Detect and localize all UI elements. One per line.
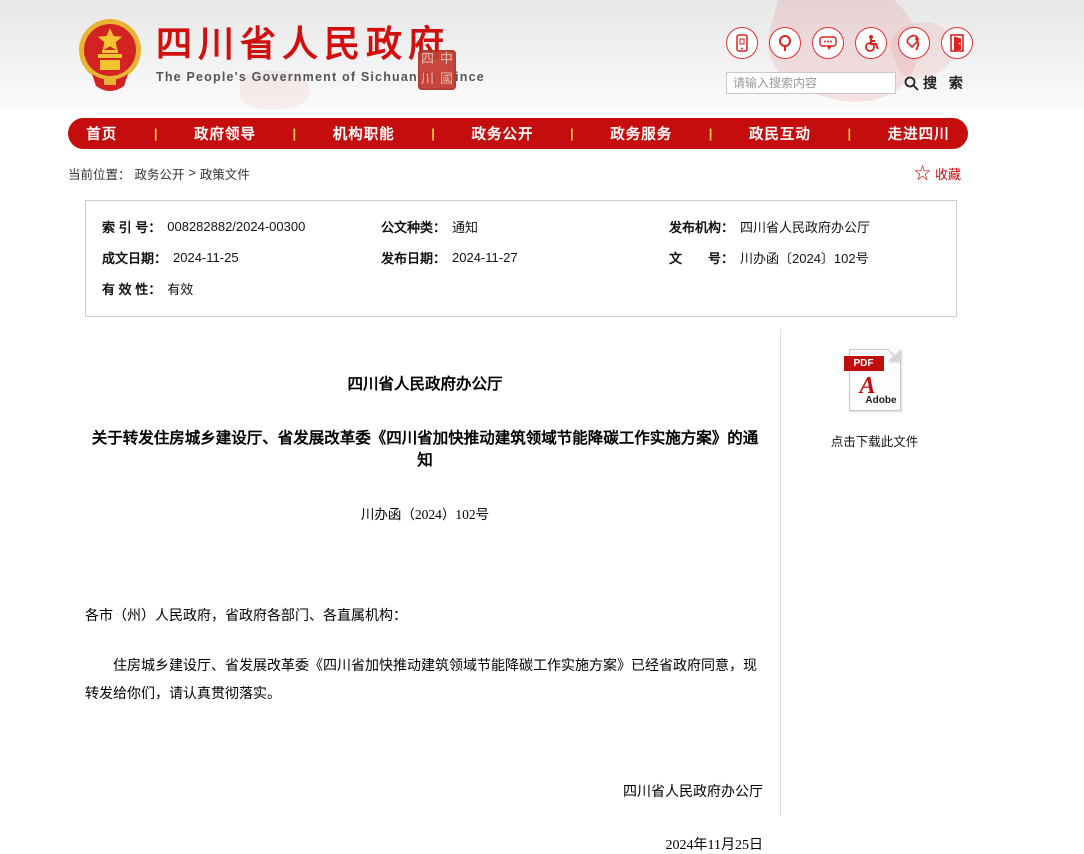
document-signature: 四川省人民政府办公厅 [85,781,765,801]
seal-stamp: 四 中 川 國 [418,50,456,90]
breadcrumb-item-policy-documents[interactable]: 政策文件 [200,164,250,183]
star-icon: ☆ [914,165,931,182]
favorite-label: 收藏 [935,164,961,183]
nav-item-gov-disclosure[interactable]: 政务公开 [471,123,533,144]
nav-separator: | [431,126,435,141]
document-meta-box: 索 引 号： 008282882/2024-00300 公文种类： 通知 发布机… [85,200,957,317]
document-paragraph: 住房城乡建设厅、省发展改革委《四川省加快推动建筑领域节能降碳工作实施方案》已经省… [85,653,765,709]
meta-document-type: 公文种类： 通知 [381,217,669,236]
favorite-button[interactable]: ☆ 收藏 [914,164,961,183]
meta-row: 有 效 性： 有效 [86,273,956,304]
download-file-link[interactable]: 点击下载此文件 [781,431,968,450]
meta-label: 文 号： [669,248,734,267]
meta-row: 成文日期： 2024-11-25 发布日期： 2024-11-27 文 号： 川… [86,242,956,273]
nav-pill: 首页 | 政府领导 | 机构职能 | 政务公开 | 政务服务 | 政民互动 | … [68,118,968,149]
search-area: 搜 索 [726,72,967,94]
document-title-main: 关于转发住房城乡建设厅、省发展改革委《四川省加快推动建筑领域节能降碳工作实施方案… [85,426,765,470]
breadcrumb-row: 当前位置： 政务公开 > 政策文件 ☆ 收藏 [0,156,1084,190]
breadcrumb-prefix: 当前位置： [68,164,131,183]
national-emblem-icon [78,14,142,94]
seal-char: 國 [437,70,456,90]
accessibility-wheelchair-icon[interactable] [855,27,887,59]
nav-separator: | [570,126,574,141]
nav-separator: | [847,126,851,141]
nav-separator: | [293,126,297,141]
download-column: PDF A Adobe 点击下载此文件 [781,327,968,450]
nav-item-about-sichuan[interactable]: 走进四川 [888,123,950,144]
search-input[interactable] [726,72,896,94]
pdf-file-icon[interactable]: PDF A Adobe [849,349,901,411]
adobe-label: Adobe [865,395,896,406]
meta-value: 2024-11-27 [452,250,518,265]
document-body: 四川省人民政府办公厅 关于转发住房城乡建设厅、省发展改革委《四川省加快推动建筑领… [85,327,765,854]
main-nav: 首页 | 政府领导 | 机构职能 | 政务公开 | 政务服务 | 政民互动 | … [0,110,1084,156]
breadcrumb-item-gov-disclosure[interactable]: 政务公开 [135,164,185,183]
meta-label: 有 效 性： [102,279,161,298]
seal-char: 四 [418,50,437,70]
meta-label: 索 引 号： [102,217,161,236]
nav-separator: | [709,126,713,141]
search-button[interactable]: 搜 索 [904,73,967,93]
meta-label: 公文种类： [381,217,446,236]
search-icon [904,76,919,91]
meta-value: 2024-11-25 [173,250,239,265]
search-button-label: 搜 索 [923,73,967,93]
seal-char: 川 [418,70,437,90]
pdf-badge: PDF [844,356,884,371]
meta-value: 有效 [167,279,193,298]
breadcrumb-separator: > [189,166,196,180]
meta-written-date: 成文日期： 2024-11-25 [86,248,381,267]
meta-value: 008282882/2024-00300 [167,219,305,234]
meta-document-number: 文 号： 川办函〔2024〕102号 [669,248,956,267]
meta-validity: 有 效 性： 有效 [86,279,381,298]
mobile-version-icon[interactable] [726,27,758,59]
meta-label: 成文日期： [102,248,167,267]
meta-label: 发布日期： [381,248,446,267]
nav-item-home[interactable]: 首页 [86,123,117,144]
page-fold-icon [889,349,901,361]
nav-item-public-interaction[interactable]: 政民互动 [749,123,811,144]
chat-icon[interactable] [812,27,844,59]
meta-label: 发布机构： [669,217,734,236]
nav-item-org-functions[interactable]: 机构职能 [333,123,395,144]
meta-index-number: 索 引 号： 008282882/2024-00300 [86,217,381,236]
seal-char: 中 [437,50,456,70]
meta-row: 索 引 号： 008282882/2024-00300 公文种类： 通知 发布机… [86,211,956,242]
meta-value: 通知 [452,217,478,236]
meta-publish-date: 发布日期： 2024-11-27 [381,248,669,267]
pin-icon[interactable] [769,27,801,59]
meta-value: 四川省人民政府办公厅 [740,217,870,236]
meta-value: 川办函〔2024〕102号 [740,248,869,267]
nav-separator: | [154,126,158,141]
document-date: 2024年11月25日 [85,834,765,854]
document-title-agency: 四川省人民政府办公厅 [85,372,765,394]
breadcrumb: 当前位置： 政务公开 > 政策文件 [68,164,250,183]
nav-item-gov-services[interactable]: 政务服务 [610,123,672,144]
door-login-icon[interactable] [941,27,973,59]
site-header: 四川省人民政府 The People's Government of Sichu… [0,0,1084,110]
quick-icon-bar [726,27,973,59]
elderly-care-icon[interactable] [898,27,930,59]
nav-item-gov-leaders[interactable]: 政府领导 [194,123,256,144]
document-number: 川办函（2024）102号 [85,503,765,523]
meta-issuing-agency: 发布机构： 四川省人民政府办公厅 [669,217,956,236]
document-salutation: 各市（州）人民政府，省政府各部门、各直属机构： [85,605,765,625]
